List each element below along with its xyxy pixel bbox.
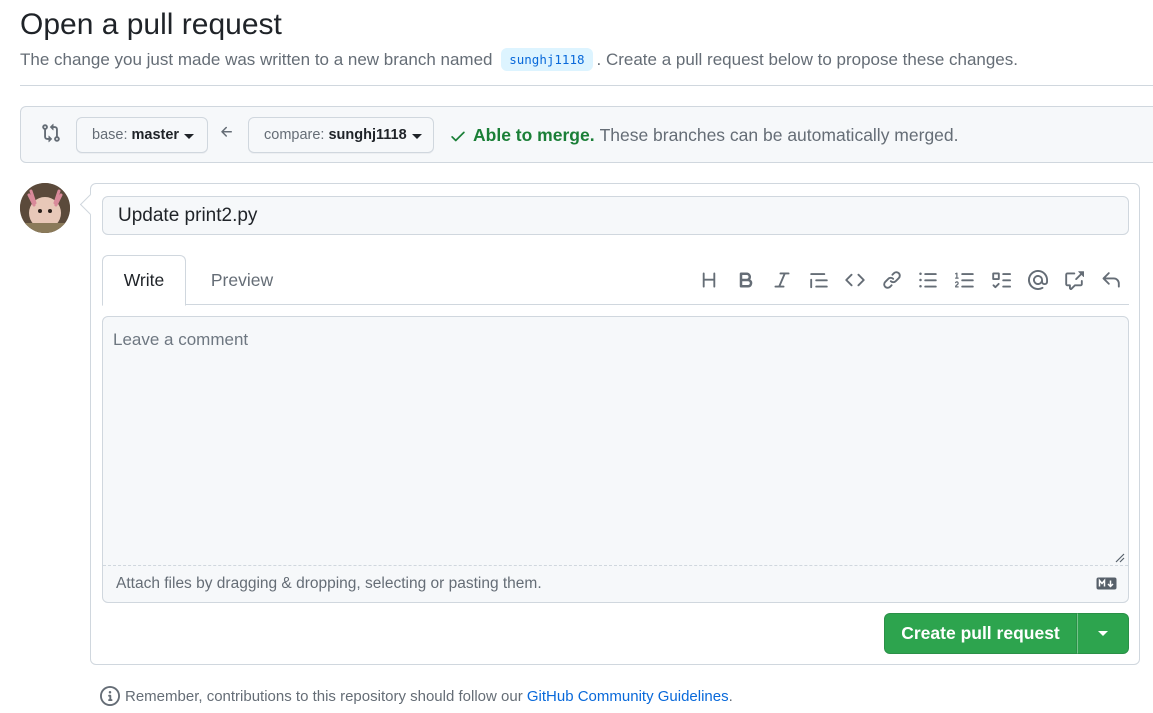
avatar-image <box>20 183 70 233</box>
unordered-list-icon[interactable] <box>910 267 947 293</box>
base-label: base: <box>92 127 128 143</box>
tab-preview[interactable]: Preview <box>198 255 286 306</box>
merge-ok-text: Able to merge. <box>473 125 595 145</box>
file-attachment-bar[interactable]: Attach files by dragging & dropping, sel… <box>103 565 1128 602</box>
comment-textarea[interactable] <box>103 317 1128 566</box>
create-pull-request-button[interactable]: Create pull request <box>884 613 1077 654</box>
task-list-icon[interactable] <box>983 267 1020 293</box>
branch-name-code: sunghj1118 <box>501 48 593 71</box>
italic-icon[interactable] <box>764 267 801 293</box>
branch-range-bar: base: master compare: sunghj1118 Able to… <box>20 106 1153 163</box>
resize-grip-icon[interactable] <box>1115 553 1125 563</box>
base-branch-select[interactable]: base: master <box>76 117 208 153</box>
heading-icon[interactable] <box>691 267 728 293</box>
git-compare-icon <box>42 123 60 143</box>
reply-icon[interactable] <box>1093 267 1130 293</box>
subtitle-text-after: . Create a pull request below to propose… <box>596 50 1019 69</box>
info-icon <box>100 686 120 706</box>
chevron-down-icon <box>184 133 195 139</box>
community-guidelines-link[interactable]: GitHub Community Guidelines <box>527 688 729 705</box>
bold-icon[interactable] <box>728 267 765 293</box>
compare-label: compare: <box>264 127 325 143</box>
tab-write[interactable]: Write <box>102 255 186 306</box>
attach-text: Attach files by dragging & dropping, sel… <box>116 575 542 592</box>
create-pr-button-group: Create pull request <box>884 613 1129 654</box>
chevron-down-icon <box>411 133 422 139</box>
pr-title-input[interactable] <box>102 196 1129 235</box>
markdown-toolbar <box>691 267 1129 293</box>
check-icon <box>451 131 465 141</box>
ordered-list-icon[interactable] <box>947 267 984 293</box>
base-value: master <box>131 127 180 143</box>
compare-value: sunghj1118 <box>328 127 407 143</box>
markdown-icon[interactable] <box>1096 577 1117 590</box>
avatar[interactable] <box>20 183 70 233</box>
note-period: . <box>728 687 733 705</box>
cross-reference-icon[interactable] <box>1056 267 1093 293</box>
pull-request-form: Write Preview <box>90 183 1140 665</box>
comment-editor: Attach files by dragging & dropping, sel… <box>102 316 1129 603</box>
page-subtitle: The change you just made was written to … <box>20 48 1019 71</box>
chevron-down-icon <box>1098 631 1108 636</box>
merge-status: Able to merge. These branches can be aut… <box>449 125 959 146</box>
editor-tabs: Write Preview <box>102 255 1129 306</box>
page-title: Open a pull request <box>20 8 282 41</box>
mention-icon[interactable] <box>1020 267 1057 293</box>
note-text: Remember, contributions to this reposito… <box>125 687 523 705</box>
code-icon[interactable] <box>837 267 874 293</box>
header-divider <box>20 85 1153 86</box>
create-pr-options-button[interactable] <box>1077 613 1129 654</box>
contribution-note: Remember, contributions to this reposito… <box>100 686 733 706</box>
merge-desc-text: These branches can be automatically merg… <box>599 125 959 145</box>
arrow-left-icon <box>221 126 232 137</box>
link-icon[interactable] <box>874 267 911 293</box>
quote-icon[interactable] <box>801 267 838 293</box>
compare-branch-select[interactable]: compare: sunghj1118 <box>248 117 434 153</box>
subtitle-text: The change you just made was written to … <box>20 50 493 69</box>
